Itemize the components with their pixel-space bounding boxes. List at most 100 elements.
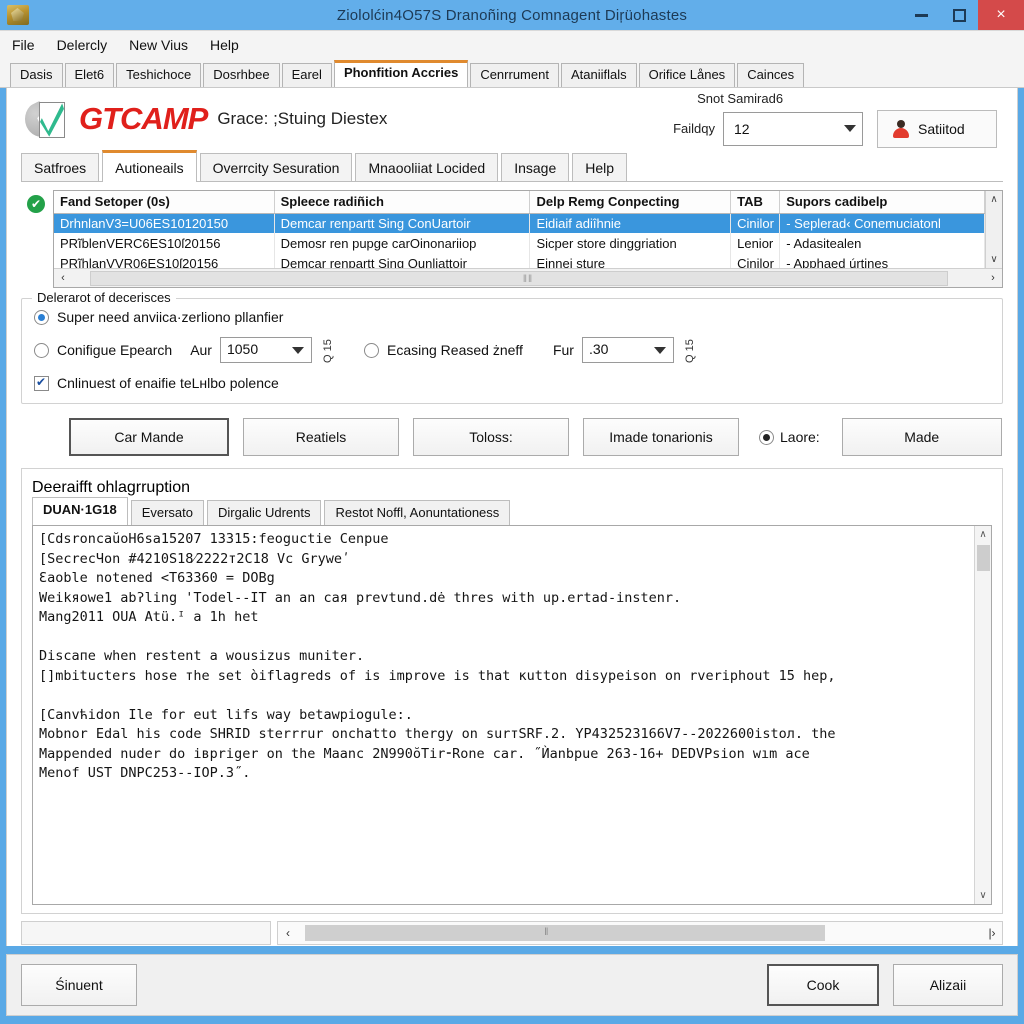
subtab-mnaooliiat-locided[interactable]: Mnaooliiat Locided <box>355 153 499 181</box>
cell: Lenior <box>730 233 781 253</box>
log-horizontal-scroll-area: ‹ ‖ |› <box>21 920 1003 946</box>
scroll-left-icon[interactable]: ‹ <box>278 926 298 940</box>
grid-hscroll-thumb[interactable] <box>90 270 948 286</box>
status-ok-icon: ✔ <box>27 195 45 213</box>
header-field-label: Faildqy <box>673 121 715 136</box>
chevron-down-icon[interactable] <box>291 346 304 354</box>
cancel-button[interactable]: Alizaii <box>893 964 1003 1006</box>
grid-horizontal-scrollbar[interactable]: ‹ ‖‖ › <box>54 268 1002 287</box>
column-header-fand-setoper[interactable]: Fand Setoper (0s) <box>54 191 275 214</box>
subtab-help[interactable]: Help <box>572 153 628 181</box>
scroll-down-icon[interactable]: ∨ <box>990 251 997 268</box>
client-area: GTCAMP Grace: ;Stuing Diestex Snot Samir… <box>6 88 1018 946</box>
header-select[interactable]: 12 <box>723 111 863 146</box>
menu-item-new-vius[interactable]: New Vius <box>129 37 188 53</box>
tab-teshichoce[interactable]: Teshichoce <box>116 63 202 87</box>
chevron-down-icon[interactable] <box>653 346 666 354</box>
cell: Cinilor <box>730 253 781 268</box>
secondary-tabstrip: Satfroes Autioneails Overrcity Sesuratio… <box>7 150 1017 182</box>
window-title: Ziololćin4O57S Dranoñing Comnagent Diŗüo… <box>336 6 688 24</box>
log-output-box[interactable]: [CdsroncaŭoН6sa15207 13315:feoguctie Cen… <box>32 525 992 905</box>
log-tab-duan-1g18[interactable]: DUAN·1G18 <box>32 497 128 525</box>
scroll-down-icon[interactable]: ∨ <box>979 887 986 904</box>
made-button[interactable]: Made <box>841 418 1002 456</box>
log-output-text: [CdsroncaŭoН6sa15207 13315:feoguctie Cen… <box>39 531 836 781</box>
user-account-button[interactable]: Satiitod <box>877 109 997 148</box>
tab-dasis[interactable]: Dasis <box>10 63 63 87</box>
log-group-legend: Deeraifft ohlagrruption <box>32 479 191 496</box>
checkbox-cnlinuest[interactable] <box>34 375 49 391</box>
laore-radio-group: Laore: <box>759 429 820 445</box>
column-header-supors-cadibelp[interactable]: Supors cadibelp <box>779 191 985 214</box>
cell: - Seplerad‹ Conemuciatonl <box>779 213 985 233</box>
scroll-up-icon[interactable]: ∧ <box>990 191 997 208</box>
chevron-down-icon <box>844 125 856 132</box>
log-group: Deeraifft ohlagrruption DUAN·1G18 Eversa… <box>21 468 1003 914</box>
user-account-label: Satiitod <box>918 120 965 137</box>
radio-super-need[interactable] <box>34 309 49 325</box>
table-header-row: Fand Setoper (0s) Spleece radiñich Delp … <box>54 191 985 214</box>
cell: PRĩhlanVVR06ES10ſ20156 <box>54 253 275 268</box>
sinuent-button[interactable]: Śinuent <box>21 964 137 1006</box>
log-tab-eversato[interactable]: Eversato <box>130 500 204 525</box>
radio-laore-label: Laore: <box>780 429 820 445</box>
tab-ataniiflals[interactable]: Ataniiflals <box>560 63 637 87</box>
scroll-up-icon[interactable]: ∧ <box>979 526 986 543</box>
cell: - Apphaed úrtines <box>779 253 985 268</box>
data-grid-table: Fand Setoper (0s) Spleece radiñich Delp … <box>54 191 985 268</box>
log-tab-restot-noffl[interactable]: Restot Noffl, Aonuntationess <box>324 500 511 525</box>
data-grid[interactable]: Fand Setoper (0s) Spleece radiñich Delp … <box>53 190 1003 288</box>
grid-hscroll-track[interactable]: ‖‖ <box>72 270 984 286</box>
radio-laore[interactable] <box>759 429 774 445</box>
log-hscroll-thumb[interactable] <box>304 925 825 941</box>
column-header-tab[interactable]: TAB <box>730 191 781 214</box>
spin-aur-input[interactable]: 1050 <box>219 337 312 363</box>
column-header-delp-remg-conpecting[interactable]: Delp Remg Conpecting <box>529 191 732 214</box>
menu-item-file[interactable]: File <box>12 37 35 53</box>
scroll-left-icon[interactable]: ‹ <box>54 272 72 284</box>
toloss-button[interactable]: Toloss: <box>413 418 569 456</box>
close-button[interactable]: × <box>978 0 1024 30</box>
grid-hscroll-grip-icon: ‖‖ <box>522 273 534 285</box>
log-horizontal-scrollbar[interactable]: ‹ ‖ |› <box>277 921 1003 945</box>
maximize-icon <box>952 8 966 22</box>
tab-elet6[interactable]: Elet6 <box>64 63 115 87</box>
tab-cenrrument[interactable]: Cenrrument <box>470 63 559 87</box>
ok-button[interactable]: Cook <box>767 964 879 1006</box>
table-row[interactable]: DrhnlanV3=U06ES10120150 Demcar renpartt … <box>54 213 985 233</box>
subtab-autioneails[interactable]: Autioneails <box>102 150 197 182</box>
minimize-button[interactable] <box>902 0 940 30</box>
table-row[interactable]: PRĩhlanVVR06ES10ſ20156 Demcar renpartt S… <box>54 253 985 268</box>
tab-cainces[interactable]: Cainces <box>737 63 805 87</box>
radio-conifigue-epearch[interactable] <box>34 342 49 358</box>
imade-tonarionis-button[interactable]: Imade tonarionis <box>583 418 739 456</box>
tab-dosrhbee[interactable]: Dosrhbee <box>203 63 280 87</box>
radio-ecasing-reased-label: Eсasing Reased żneff <box>386 342 523 358</box>
maximize-button[interactable] <box>940 0 978 30</box>
menu-item-help[interactable]: Help <box>210 37 239 53</box>
subtab-overrcity-sesuration[interactable]: Overrcity Sesuration <box>199 153 353 181</box>
tab-orifice-lanes[interactable]: Orifice Lånes <box>638 63 736 87</box>
scroll-right-icon[interactable]: |› <box>982 926 1002 940</box>
log-vertical-scrollbar[interactable]: ∧ ∨ <box>974 526 991 904</box>
subtab-insage[interactable]: Insage <box>501 153 570 181</box>
tab-earel[interactable]: Earel <box>281 63 332 87</box>
tab-phonfition-accries[interactable]: Phonfition Accries <box>333 60 469 87</box>
spin-fur-input[interactable]: .30 <box>581 337 674 363</box>
spin-fur-unit: Q 15 <box>683 339 696 363</box>
column-header-spleece-radinich[interactable]: Spleece radiñich <box>274 191 531 214</box>
log-vscroll-thumb[interactable] <box>976 545 990 571</box>
car-mande-button[interactable]: Car Mande <box>69 418 229 456</box>
menu-item-delercly[interactable]: Delercly <box>57 37 108 53</box>
radio-ecasing-reased[interactable] <box>363 342 379 358</box>
scroll-right-icon[interactable]: › <box>984 272 1002 284</box>
menu-bar: File Delercly New Vius Help <box>0 30 1024 58</box>
table-row[interactable]: PRĩblenVERC6ES10ſ20156 Demosr ren pupge … <box>54 233 985 253</box>
reatiels-button[interactable]: Reatiels <box>243 418 399 456</box>
grid-vertical-scrollbar[interactable]: ∧ ∨ <box>985 191 1002 268</box>
log-hscroll-track[interactable]: ‖ <box>298 924 982 942</box>
cell: DrhnlanV3=U06ES10120150 <box>54 213 275 233</box>
subtab-satfroes[interactable]: Satfroes <box>21 153 100 181</box>
log-tab-dirgalic-udrents[interactable]: Dirgalic Udrents <box>207 500 322 525</box>
brand-name: GTCAMP <box>79 101 208 136</box>
